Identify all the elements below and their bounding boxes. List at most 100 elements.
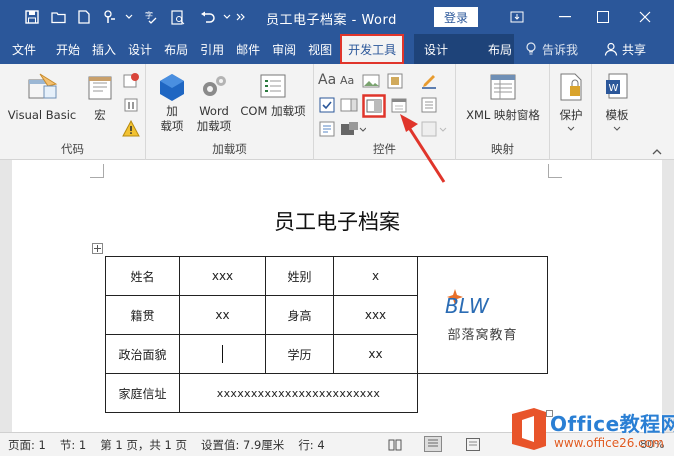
table-cell[interactable]: 身高 [265, 295, 334, 335]
undo-dropdown-icon[interactable] [222, 5, 232, 29]
tab-table-layout[interactable]: 布局 [468, 34, 518, 64]
login-button[interactable]: 登录 [434, 7, 478, 27]
dropdown-list-control-icon[interactable] [362, 94, 386, 118]
tab-review[interactable]: 审阅 [266, 34, 302, 64]
word-addins-label-1: Word [199, 104, 229, 118]
table-cell[interactable]: xxx [179, 256, 266, 296]
table-cell[interactable]: 学历 [265, 334, 334, 374]
maximize-icon[interactable] [584, 0, 622, 34]
office-logo-icon [512, 408, 546, 450]
open-folder-icon[interactable] [46, 5, 70, 29]
close-icon[interactable] [626, 0, 664, 34]
tab-mailings[interactable]: 邮件 [230, 34, 266, 64]
logo-caption: 部落窝教育 [447, 328, 518, 343]
employee-profile-table[interactable]: 姓名 xxx 姓别 x BLW 部落窝教育 籍贯 xx 身高 xxx 政治面貌 … [105, 256, 548, 413]
collapse-ribbon-icon[interactable] [652, 148, 662, 156]
status-section[interactable]: 节: 1 [60, 437, 86, 453]
xml-mapping-icon [490, 74, 516, 100]
table-cell[interactable]: xx [333, 334, 418, 374]
tab-design[interactable]: 设计 [122, 34, 158, 64]
word-addins-label-2: 加载项 [196, 119, 232, 133]
more-commands-icon[interactable] [234, 5, 248, 29]
group-templates: W 模板 [592, 64, 642, 160]
repeating-section-control-icon[interactable] [340, 120, 366, 138]
combo-box-control-icon[interactable] [340, 96, 358, 114]
table-cell[interactable]: 家庭信址 [105, 373, 180, 413]
macros-button[interactable]: 宏 [80, 72, 120, 123]
xml-mapping-pane-button[interactable]: XML 映射窗格 [458, 72, 548, 123]
touch-mode-icon[interactable] [98, 5, 122, 29]
table-row: 姓名 xxx 姓别 x BLW 部落窝教育 [105, 256, 548, 374]
visual-basic-button[interactable]: Visual Basic [6, 72, 78, 123]
print-preview-icon[interactable] [166, 5, 190, 29]
macros-icon [88, 76, 112, 100]
margin-corner-mark [548, 164, 562, 178]
status-page[interactable]: 页面: 1 [8, 437, 46, 453]
tab-references[interactable]: 引用 [194, 34, 230, 64]
logo-text: BLW [445, 294, 490, 315]
spelling-check-icon[interactable]: 字 [140, 5, 164, 29]
addins-button[interactable]: 加 载项 [154, 72, 190, 134]
status-page-of[interactable]: 第 1 页，共 1 页 [100, 437, 187, 453]
table-row: 家庭信址 xxxxxxxxxxxxxxxxxxxxxxxx [105, 373, 548, 413]
web-layout-icon[interactable] [466, 438, 480, 451]
read-mode-icon[interactable] [388, 438, 402, 451]
legacy-tools-icon[interactable] [318, 120, 336, 138]
design-mode-icon[interactable] [420, 72, 438, 90]
picture-control-icon[interactable] [362, 72, 380, 90]
group-addins-label: 加载项 [212, 142, 247, 156]
logo-cell[interactable]: BLW 部落窝教育 [417, 256, 548, 374]
addins-label-1: 加 [166, 104, 178, 118]
document-heading: 员工电子档案 [274, 210, 400, 234]
table-cell[interactable]: xxx [333, 295, 418, 335]
tab-view[interactable]: 视图 [302, 34, 338, 64]
minimize-icon[interactable] [546, 0, 584, 34]
person-icon [604, 42, 618, 56]
chevron-down-icon[interactable] [124, 5, 134, 29]
protect-button[interactable]: 保护 [552, 72, 590, 132]
table-cell[interactable]: xx [179, 295, 266, 335]
text-cursor-cell[interactable] [179, 334, 266, 374]
table-move-handle-icon[interactable] [92, 243, 103, 254]
tab-table-design[interactable]: 设计 [414, 34, 468, 64]
table-cell[interactable]: 姓名 [105, 256, 180, 296]
checkbox-control-icon[interactable] [318, 96, 336, 114]
save-icon[interactable] [20, 5, 44, 29]
group-mapping: XML 映射窗格 映射 [456, 64, 550, 160]
ribbon: Visual Basic 宏 代码 加 载项 Word 加载项 COM 加载项 … [0, 64, 674, 160]
ribbon-display-options-icon[interactable] [498, 0, 536, 34]
document-template-button[interactable]: W 模板 [596, 72, 638, 132]
tab-developer[interactable]: 开发工具 [340, 34, 405, 64]
com-addins-button[interactable]: COM 加载项 [236, 72, 310, 119]
table-cell[interactable]: 政治面貌 [105, 334, 180, 374]
tab-insert[interactable]: 插入 [86, 34, 122, 64]
com-addins-icon [260, 74, 286, 98]
watermark-url: www.office26.com [554, 436, 664, 450]
ribbon-tab-row: 文件 开始 插入 设计 布局 引用 邮件 审阅 视图 开发工具 设计 布局 告诉… [0, 34, 674, 64]
table-cell[interactable]: 籍贯 [105, 295, 180, 335]
status-line[interactable]: 行: 4 [298, 437, 324, 453]
rich-text-control-icon[interactable]: Aa [318, 72, 336, 90]
macro-security-icon[interactable] [122, 120, 140, 138]
undo-icon[interactable] [196, 5, 220, 29]
tab-home[interactable]: 开始 [50, 34, 86, 64]
com-addins-label: COM 加载项 [240, 104, 306, 118]
share-button[interactable]: 共享 [604, 34, 646, 64]
print-layout-icon[interactable] [424, 436, 442, 452]
tab-layout[interactable]: 布局 [158, 34, 194, 64]
table-cell[interactable]: x [333, 256, 418, 296]
pause-macro-icon[interactable] [122, 96, 140, 114]
table-cell[interactable]: 姓别 [265, 256, 334, 296]
new-document-icon[interactable] [72, 5, 96, 29]
table-tools-tabs: 设计 布局 [414, 34, 514, 64]
plain-text-control-icon[interactable]: Aa [340, 74, 358, 92]
tab-file[interactable]: 文件 [0, 34, 50, 64]
margin-corner-mark [90, 164, 104, 178]
word-addins-button[interactable]: Word 加载项 [192, 72, 236, 134]
tell-me-box[interactable]: 告诉我 [525, 34, 578, 64]
building-block-control-icon[interactable] [386, 72, 404, 90]
status-setting[interactable]: 设置值: 7.9厘米 [201, 437, 284, 453]
record-macro-icon[interactable] [122, 72, 140, 90]
annotation-arrow [400, 114, 446, 183]
table-cell[interactable]: xxxxxxxxxxxxxxxxxxxxxxxx [179, 373, 418, 413]
